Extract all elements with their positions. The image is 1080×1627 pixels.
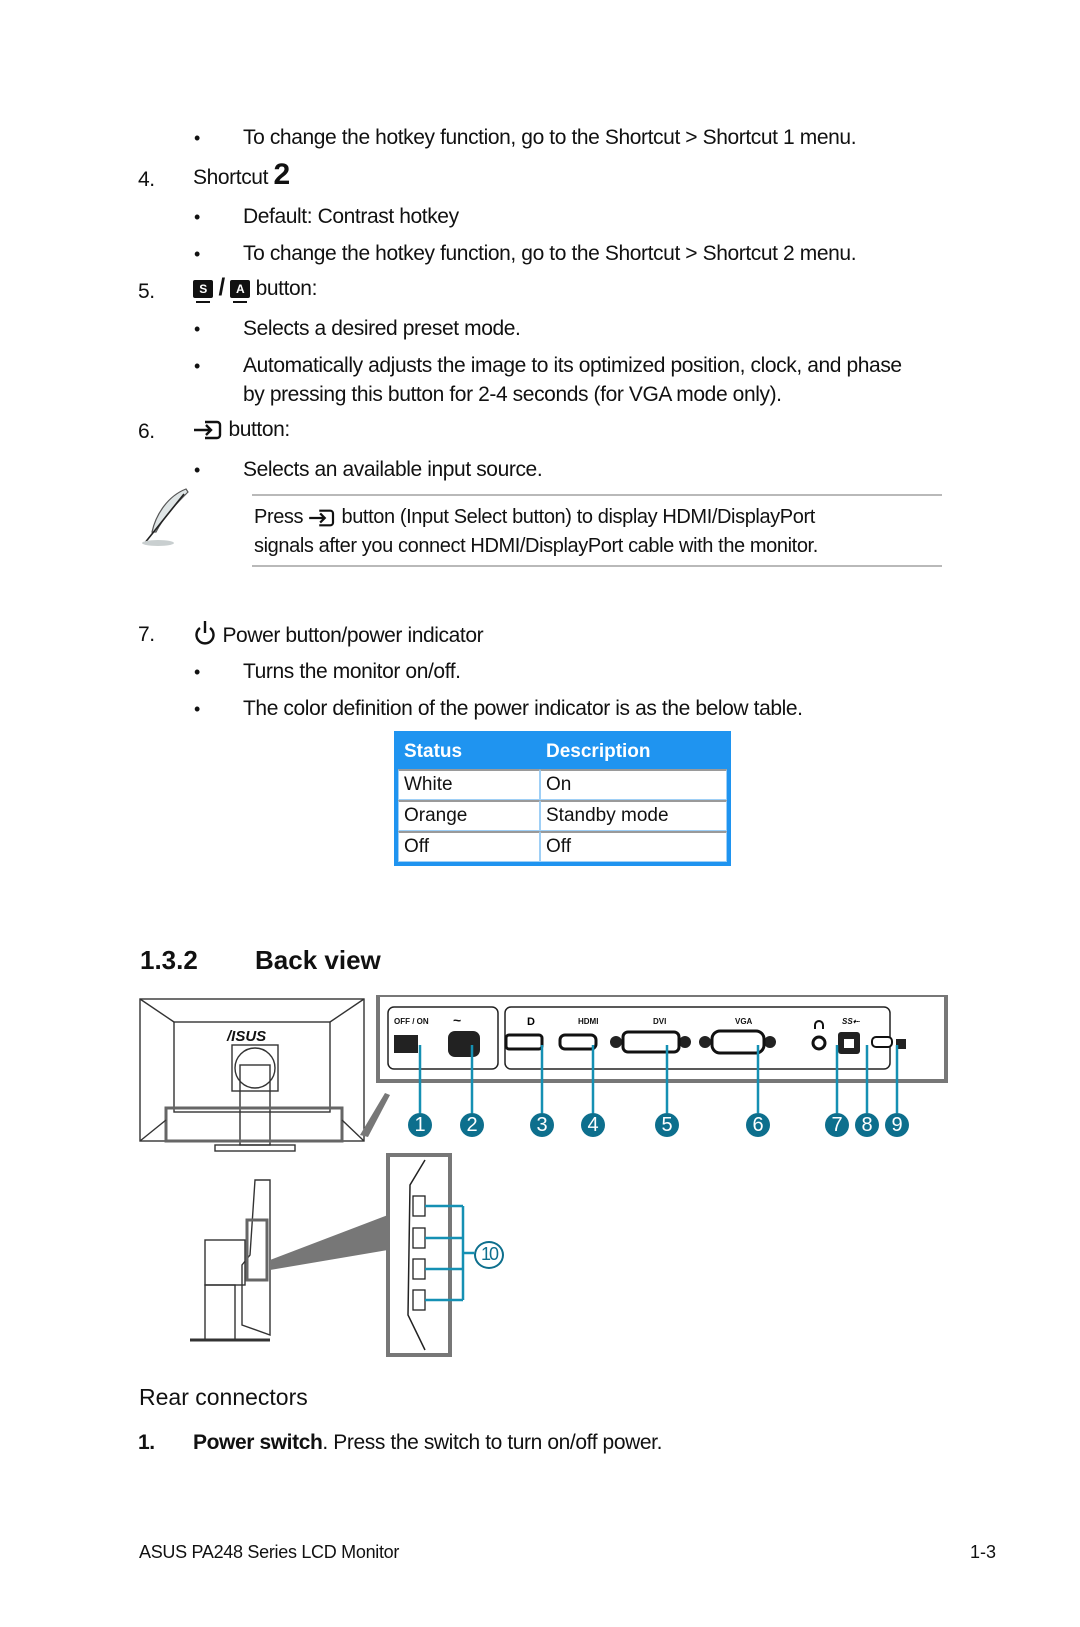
usb-side-panel [386, 1153, 452, 1357]
column-header-description: Description [546, 741, 651, 762]
callout-6: 6 [746, 1113, 770, 1137]
description-cell: Standby mode [540, 800, 727, 831]
term: Power switch [193, 1431, 323, 1454]
section-title: Back view [255, 945, 381, 975]
back-view-diagram: /ISUS OFF / ON ~ HDMI DVI VGA SS⇠ D [139, 995, 948, 1357]
audio-out-port [811, 1035, 827, 1051]
ac-label: ~ [453, 1012, 461, 1028]
callout-8: 8 [855, 1113, 879, 1137]
power-switch-description: Power switch. Press the switch to turn o… [193, 1431, 662, 1455]
item-label: Power button/power indicator [222, 624, 484, 647]
displayport-port [504, 1033, 544, 1051]
note-line-1: Press button (Input Select button) to di… [254, 506, 815, 529]
ac-power-port [448, 1031, 480, 1057]
input-button-heading: button: [193, 418, 290, 442]
kensington-lock-slot [871, 1036, 893, 1048]
definition: . Press the switch to turn on/off power. [322, 1431, 663, 1454]
note-line-2: signals after you connect HDMI/DisplayPo… [254, 535, 818, 557]
bullet-text: Turns the monitor on/off. [243, 660, 461, 683]
bullet: • [194, 244, 200, 264]
callout-1: 1 [408, 1113, 432, 1137]
bullet-text-cont: by pressing this button for 2-4 seconds … [243, 383, 782, 406]
bullet-text: Automatically adjusts the image to its o… [243, 354, 902, 377]
table-row: Orange Standby mode [398, 800, 727, 831]
power-switch-label: OFF / ON [394, 1017, 429, 1026]
status-cell: Orange [398, 800, 540, 831]
note-text: Press [254, 506, 304, 528]
bullet: • [194, 662, 200, 682]
item-label: Shortcut [193, 166, 269, 189]
bullet: • [194, 319, 200, 339]
callout-10: 10 [474, 1241, 504, 1269]
status-cell: White [398, 769, 540, 800]
bullet: • [194, 128, 200, 148]
bullet-text: To change the hotkey function, go to the… [243, 242, 857, 265]
separator: / [218, 274, 225, 301]
input-select-icon [309, 509, 335, 527]
note-feather-icon [142, 488, 189, 546]
callout-7: 7 [825, 1113, 849, 1137]
description-cell: Off [540, 831, 727, 862]
bullet: • [194, 699, 200, 719]
auto-adjust-key-icon: A [230, 280, 251, 304]
bullet: • [194, 207, 200, 227]
power-button-heading: Power button/power indicator [193, 620, 484, 648]
sa-button-heading: S / A button: [193, 274, 318, 304]
status-cell: Off [398, 831, 540, 862]
shortcut-number: 2 [273, 158, 290, 191]
rear-connectors-heading: Rear connectors [139, 1384, 308, 1410]
page-number: 1-3 [970, 1542, 997, 1562]
bullet-text: Default: Contrast hotkey [243, 205, 459, 228]
item-number: 6. [138, 420, 155, 443]
item-label: button: [255, 277, 318, 300]
item-number: 5. [138, 280, 155, 303]
callout-5: 5 [655, 1113, 679, 1137]
splendid-key-icon: S [193, 280, 213, 304]
shortcut2-heading: Shortcut 2 [193, 160, 290, 190]
table-header-row: Status Description [398, 735, 727, 769]
hdmi-label: HDMI [578, 1017, 598, 1026]
usb-zoom-wedge [270, 1215, 388, 1270]
usb-ss-label: SS⇠ [842, 1017, 861, 1026]
dvi-label: DVI [653, 1017, 666, 1026]
column-header-status: Status [404, 741, 463, 762]
footer-title: ASUS PA248 Series LCD Monitor [139, 1542, 400, 1562]
note-top-rule [252, 494, 942, 496]
power-switch-port [394, 1035, 418, 1053]
note-text: button (Input Select button) to display … [341, 506, 815, 528]
item-number: 7. [138, 623, 155, 646]
description-cell: On [540, 769, 727, 800]
bullet-text: The color definition of the power indica… [243, 697, 803, 720]
callout-3: 3 [530, 1113, 554, 1137]
bullet: • [194, 356, 200, 376]
callout-9: 9 [885, 1113, 909, 1137]
dvi-port [610, 1030, 691, 1054]
item-label: button: [228, 418, 290, 441]
monitor-side-illustration [190, 1179, 271, 1342]
hdmi-port [558, 1033, 598, 1051]
table-row: White On [398, 769, 727, 800]
vga-label: VGA [735, 1017, 753, 1026]
bullet: • [194, 460, 200, 480]
bullet-text: To change the hotkey function, go to the… [243, 126, 857, 149]
callout-4: 4 [581, 1113, 605, 1137]
item-number: 4. [138, 168, 155, 191]
note-bottom-rule [252, 565, 942, 567]
item-number: 1. [138, 1431, 155, 1454]
power-indicator-table: Status Description White On Orange Stand… [394, 731, 731, 866]
displayport-logo-icon: D [527, 1016, 535, 1028]
monitor-rear-illustration [139, 998, 365, 1152]
table-row: Off Off [398, 831, 727, 862]
input-select-icon [194, 421, 222, 440]
bullet-text: Selects a desired preset mode. [243, 317, 521, 340]
power-icon [195, 621, 215, 645]
section-number: 1.3.2 [140, 945, 198, 975]
callout-2: 2 [460, 1113, 484, 1137]
asus-logo: /ISUS [226, 1028, 266, 1045]
bullet-text: Selects an available input source. [243, 458, 543, 481]
